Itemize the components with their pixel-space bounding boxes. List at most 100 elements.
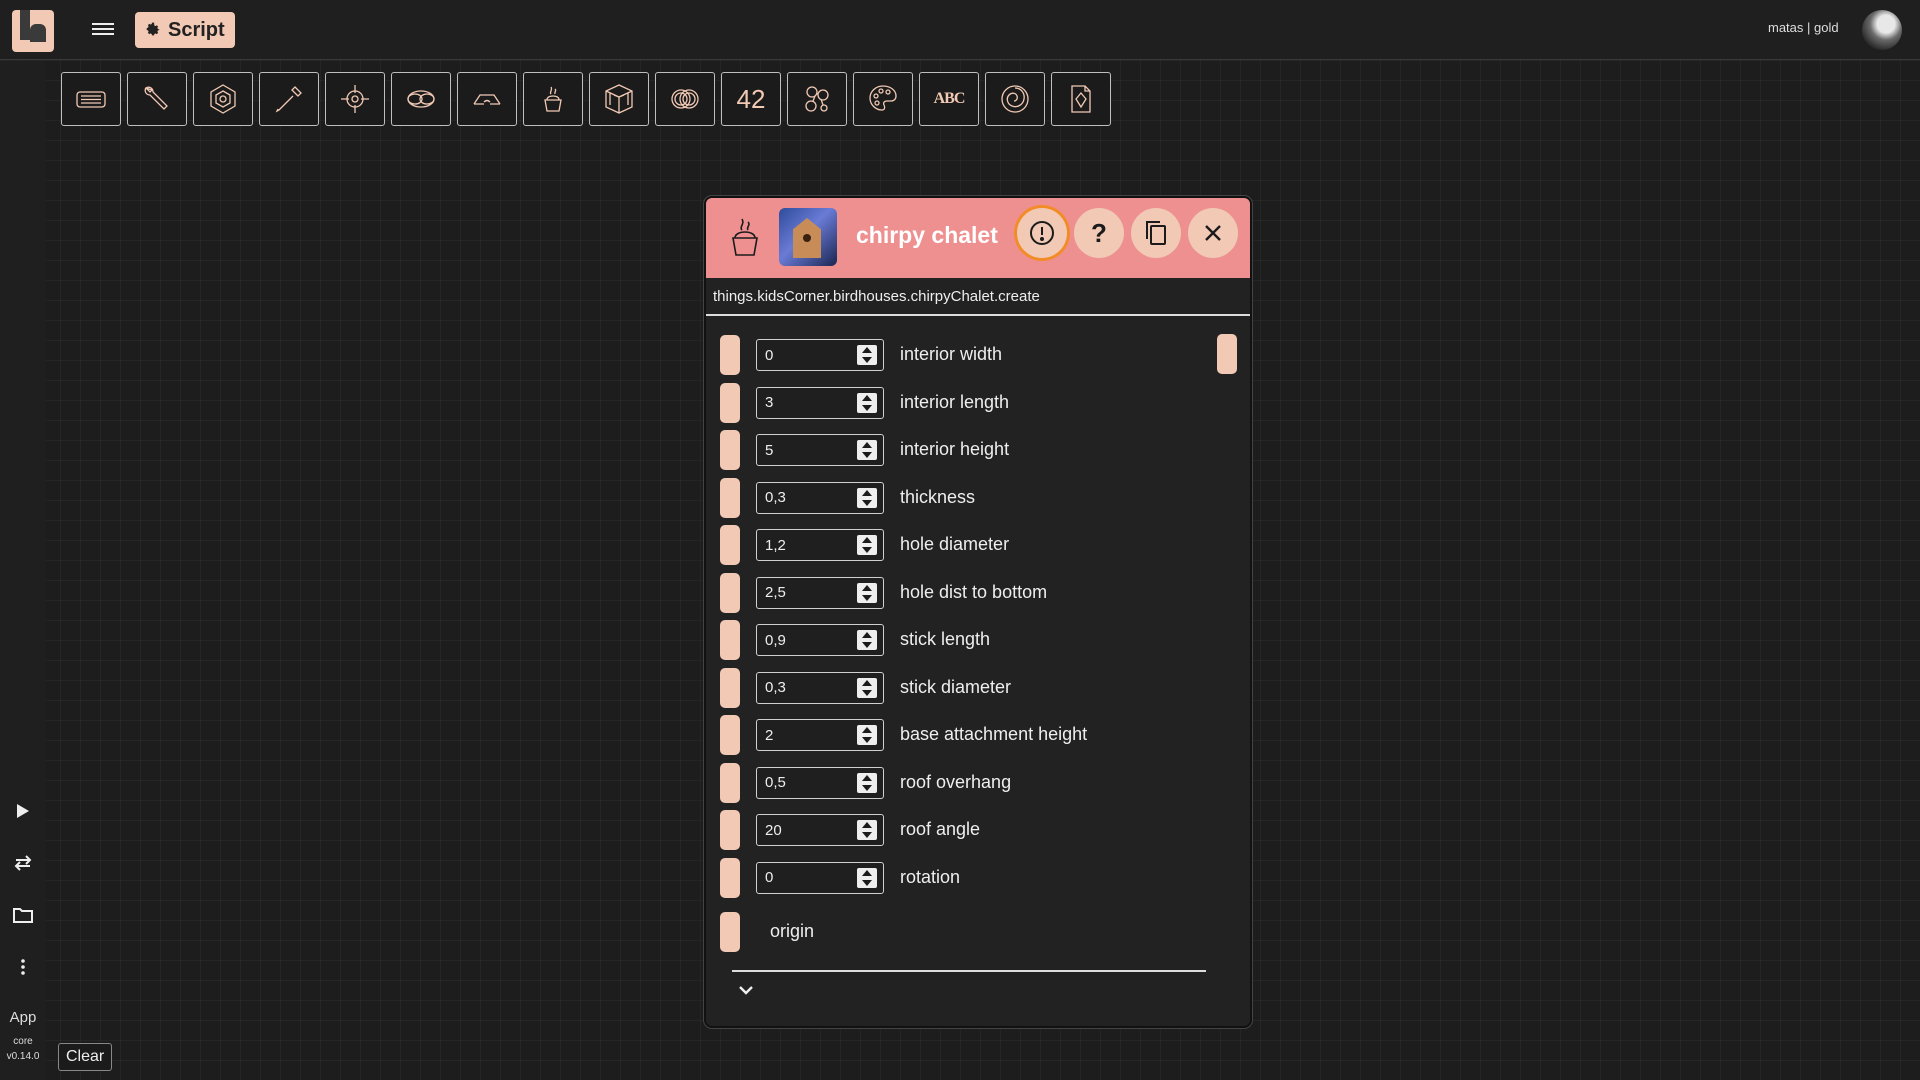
param-row: hole diameter (720, 525, 1200, 565)
play-icon[interactable] (12, 800, 34, 822)
text-icon[interactable]: ABC (919, 72, 979, 126)
divider (706, 314, 1250, 316)
stepper-icon[interactable] (857, 630, 877, 650)
number-input[interactable] (757, 435, 853, 465)
number-input[interactable] (757, 340, 853, 370)
drag-handle[interactable] (720, 477, 740, 518)
number-input[interactable] (757, 815, 853, 845)
number-field (756, 339, 884, 371)
stepper-icon[interactable] (857, 867, 877, 888)
number-input[interactable] (757, 577, 853, 608)
param-label: hole dist to bottom (900, 581, 1048, 602)
number-input[interactable] (757, 530, 853, 560)
param-row: interior length (720, 382, 1200, 423)
stepper-icon[interactable] (857, 440, 877, 460)
chevron-down-icon[interactable] (736, 980, 756, 1000)
param-row: roof overhang (720, 762, 1200, 803)
panel-title: chirpy chalet (856, 222, 998, 248)
number-input[interactable] (757, 387, 853, 418)
number-field (756, 719, 884, 751)
stepper-icon[interactable] (857, 392, 877, 413)
avatar[interactable] (1862, 10, 1902, 50)
stepper-icon[interactable] (857, 677, 877, 698)
number-field (756, 671, 884, 704)
param-label: roof angle (900, 819, 981, 839)
folder-icon[interactable] (12, 904, 34, 926)
node-panel: chirpy chalet ? things.kidsCorner.birdho… (704, 196, 1252, 1028)
param-label: interior height (900, 439, 1010, 459)
drag-handle[interactable] (720, 762, 740, 803)
drag-handle[interactable] (720, 857, 740, 898)
param-row: thickness (720, 477, 1200, 518)
drag-handle[interactable] (720, 572, 740, 613)
number-input[interactable] (757, 720, 853, 750)
drag-handle[interactable] (720, 525, 740, 565)
help-button[interactable]: ? (1074, 208, 1124, 258)
stepper-icon[interactable] (857, 772, 877, 793)
number-field (756, 861, 884, 894)
number-input[interactable] (757, 482, 853, 513)
stepper-icon[interactable] (857, 487, 877, 508)
pipette-icon[interactable] (259, 72, 319, 126)
wrench-icon[interactable] (127, 72, 187, 126)
stepper-icon[interactable] (857, 725, 877, 745)
copy-button[interactable] (1131, 208, 1181, 258)
close-icon (1205, 225, 1221, 241)
number-input[interactable] (757, 625, 853, 655)
number-field (756, 386, 884, 419)
tool-palette: 42 ABC (61, 72, 1111, 126)
glasses-icon[interactable] (457, 72, 517, 126)
cup-icon[interactable] (523, 72, 583, 126)
warning-button[interactable] (1017, 208, 1067, 258)
drag-handle[interactable] (720, 667, 740, 708)
drag-handle[interactable] (720, 715, 740, 755)
param-row: rotation (720, 857, 1200, 898)
number-input[interactable] (757, 672, 853, 703)
app-logo[interactable] (12, 10, 54, 52)
infinity-icon[interactable] (391, 72, 451, 126)
param-label: interior width (900, 344, 1003, 364)
help-icon: ? (1091, 217, 1107, 248)
keyboard-icon[interactable] (61, 72, 121, 126)
number-icon[interactable]: 42 (721, 72, 781, 126)
version-label: v0.14.0 (6, 1051, 40, 1062)
palette-icon[interactable] (853, 72, 913, 126)
cup-icon (732, 218, 758, 256)
drag-handle[interactable] (720, 335, 740, 375)
warning-icon (1030, 221, 1054, 245)
stepper-icon[interactable] (857, 820, 877, 840)
rings-icon[interactable] (655, 72, 715, 126)
menu-icon[interactable] (92, 20, 114, 38)
drag-handle[interactable] (720, 810, 740, 850)
stepper-icon[interactable] (857, 345, 877, 365)
param-row: base attachment height (720, 715, 1200, 755)
molecule-icon[interactable] (787, 72, 847, 126)
drag-handle[interactable] (720, 382, 740, 423)
drag-handle[interactable] (720, 430, 740, 470)
swap-icon[interactable] (12, 852, 34, 874)
hex-nut-icon[interactable] (193, 72, 253, 126)
birdhouse-thumbnail (779, 208, 837, 266)
param-row: stick diameter (720, 667, 1200, 708)
file-icon[interactable] (1051, 72, 1111, 126)
panel-header[interactable]: chirpy chalet ? (706, 198, 1250, 278)
script-label: Script (168, 18, 225, 41)
script-button[interactable]: Script (135, 12, 235, 48)
origin-row: origin (720, 912, 1200, 952)
cube-icon[interactable] (589, 72, 649, 126)
spiral-icon[interactable] (985, 72, 1045, 126)
drag-handle[interactable] (720, 620, 740, 660)
param-label: hole diameter (900, 534, 1010, 554)
scrollbar-thumb[interactable] (1217, 334, 1237, 374)
stepper-icon[interactable] (857, 535, 877, 555)
target-icon[interactable] (325, 72, 385, 126)
clear-button[interactable]: Clear (58, 1043, 113, 1071)
core-label: core (13, 1036, 33, 1047)
number-input[interactable] (757, 767, 853, 798)
drag-handle[interactable] (720, 912, 740, 952)
close-button[interactable] (1188, 208, 1238, 258)
more-vertical-icon[interactable] (12, 956, 34, 978)
number-input[interactable] (757, 862, 853, 893)
stepper-icon[interactable] (857, 582, 877, 603)
user-label[interactable]: matas | gold (1768, 20, 1839, 35)
